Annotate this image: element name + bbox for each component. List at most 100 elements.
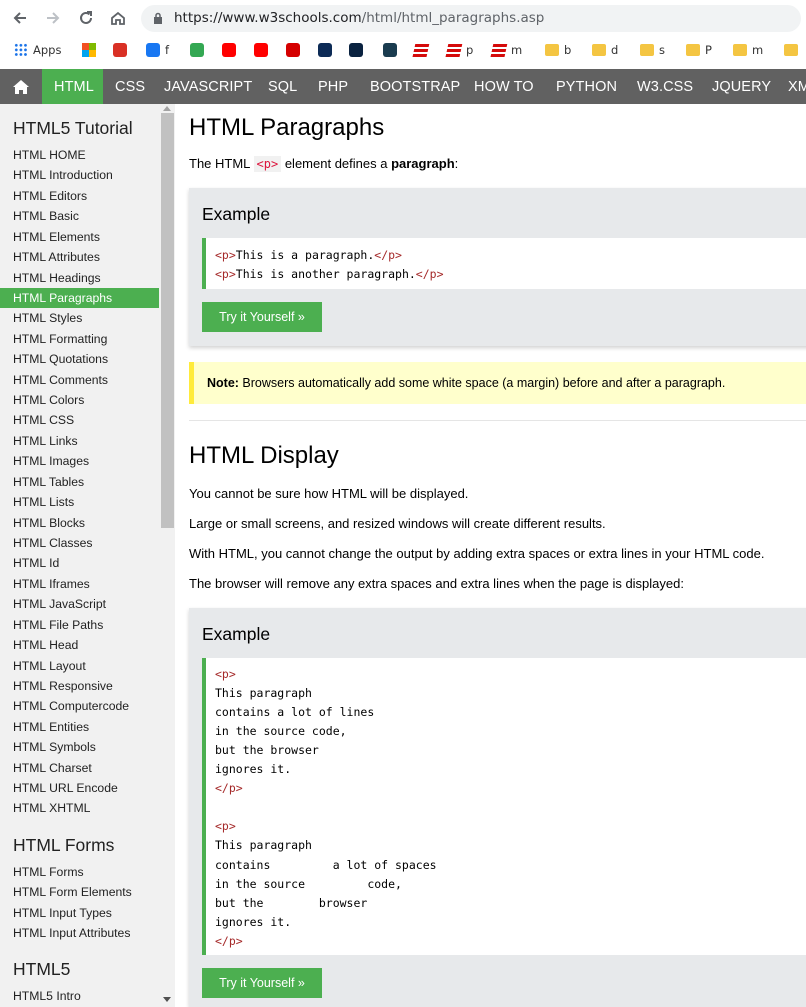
nav-item-jquery[interactable]: JQUERY (700, 69, 775, 104)
intro-bold: paragraph (391, 156, 455, 171)
sidebar-link[interactable]: HTML Iframes (0, 574, 159, 594)
forward-button[interactable] (41, 6, 65, 30)
sidebar-link[interactable]: HTML Forms (0, 862, 159, 882)
espn-icon (445, 43, 463, 57)
sidebar-link[interactable]: HTML Paragraphs (0, 287, 159, 308)
code-text: This is another paragraph. (235, 267, 416, 281)
sidebar-link[interactable]: HTML Symbols (0, 737, 159, 757)
sidebar-link[interactable]: HTML Links (0, 431, 159, 451)
sidebar-heading: HTML Forms (13, 835, 115, 855)
sidebar-link[interactable]: HTML URL Encode (0, 778, 159, 798)
bookmark-item[interactable]: d (592, 41, 618, 59)
home-button[interactable] (106, 6, 130, 30)
bookmark-item[interactable] (784, 41, 803, 59)
nav-item-bootstrap[interactable]: BOOTSTRAP (358, 69, 462, 104)
bookmark-item[interactable] (286, 41, 305, 59)
code-line: <p>This is another paragraph.</p> (215, 267, 444, 281)
sidebar-link[interactable]: HTML Tables (0, 472, 159, 492)
bookmark-item[interactable] (113, 41, 132, 59)
sidebar-link[interactable]: HTML Input Types (0, 903, 159, 923)
paragraph: The browser will remove any extra spaces… (189, 576, 684, 591)
sidebar-link[interactable]: HTML5 Intro (0, 986, 159, 1006)
sidebar-link[interactable]: HTML Editors (0, 186, 159, 206)
folder-icon (592, 44, 606, 56)
sidebar-link[interactable]: HTML Responsive (0, 676, 159, 696)
sidebar-link[interactable]: HTML Colors (0, 390, 159, 410)
address-bar[interactable]: https://www.w3schools.com/html/html_para… (141, 5, 801, 32)
bookmark-item[interactable]: m (490, 41, 522, 59)
nav-item-sql[interactable]: SQL (256, 69, 306, 104)
sidebar-link[interactable]: HTML CSS (0, 410, 159, 430)
sidebar-link[interactable]: HTML Formatting (0, 329, 159, 349)
sidebar-link[interactable]: HTML Attributes (0, 247, 159, 267)
bookmark-item[interactable]: s (640, 41, 665, 59)
sidebar-link[interactable]: HTML Blocks (0, 513, 159, 533)
example-title: Example (202, 624, 271, 644)
nav-item-php[interactable]: PHP (306, 69, 358, 104)
sidebar: HTML5 Tutorial HTML HOME HTML Introduction… (0, 104, 175, 1007)
sidebar-link[interactable]: HTML Input Attributes (0, 923, 159, 943)
nav-item-python[interactable]: PYTHON (544, 69, 625, 104)
sidebar-link[interactable]: HTML HOME (0, 145, 159, 165)
sidebar-link[interactable]: HTML Styles (0, 308, 159, 328)
sidebar-link[interactable]: HTML Classes (0, 533, 159, 553)
bookmark-item[interactable] (349, 41, 368, 59)
sidebar-link[interactable]: HTML Introduction (0, 165, 159, 185)
sidebar-link[interactable]: HTML Computercode (0, 696, 159, 716)
sidebar-link[interactable]: HTML XHTML (0, 798, 159, 818)
bookmark-item[interactable]: Apps (14, 41, 61, 59)
paragraph: Large or small screens, and resized wind… (189, 516, 606, 531)
bookmark-item[interactable] (318, 41, 337, 59)
sidebar-link[interactable]: HTML Entities (0, 717, 159, 737)
youtube-icon (254, 43, 268, 57)
reload-button[interactable] (74, 6, 98, 30)
folder-icon (733, 44, 747, 56)
sidebar-link[interactable]: HTML Images (0, 451, 159, 471)
sidebar-scrollbar[interactable] (160, 104, 175, 1007)
sidebar-link[interactable]: HTML Form Elements (0, 882, 159, 902)
url-host: https://www.w3schools.com (174, 10, 362, 26)
bookmark-label: s (659, 43, 665, 57)
bookmark-item[interactable] (82, 41, 101, 59)
sidebar-link[interactable]: HTML Comments (0, 370, 159, 390)
bookmark-item[interactable] (222, 41, 241, 59)
bookmark-item[interactable] (383, 41, 402, 59)
sidebar-link[interactable]: HTML Id (0, 553, 159, 573)
bookmark-item[interactable]: m (733, 41, 763, 59)
try-it-yourself-button[interactable]: Try it Yourself » (202, 968, 322, 998)
scroll-up-arrow-icon[interactable] (163, 106, 171, 111)
nav-item-javascript[interactable]: JAVASCRIPT (152, 69, 256, 104)
nav-item-w3-css[interactable]: W3.CSS (625, 69, 700, 104)
sidebar-link[interactable]: HTML File Paths (0, 615, 159, 635)
intro-paragraph: The HTML <p> element defines a paragraph… (189, 156, 458, 172)
bookmark-item[interactable] (190, 41, 209, 59)
section-title: HTML Display (189, 442, 339, 469)
url-path: /html/html_paragraphs.asp (361, 10, 545, 26)
try-it-yourself-button[interactable]: Try it Yourself » (202, 302, 322, 332)
scroll-down-arrow-icon[interactable] (163, 997, 171, 1002)
sidebar-link[interactable]: HTML Quotations (0, 349, 159, 369)
sidebar-link[interactable]: HTML Head (0, 635, 159, 655)
sidebar-link[interactable]: HTML Lists (0, 492, 159, 512)
bookmark-item[interactable] (254, 41, 273, 59)
sidebar-link[interactable]: HTML Basic (0, 206, 159, 226)
scrollbar-thumb[interactable] (161, 113, 174, 528)
bookmark-item[interactable] (412, 41, 433, 59)
bookmark-item[interactable]: b (545, 41, 571, 59)
reload-icon (80, 11, 92, 24)
home-link[interactable] (0, 69, 42, 104)
bookmark-item[interactable]: P (686, 41, 712, 59)
nav-item-xm[interactable]: XM (775, 69, 806, 104)
nav-item-css[interactable]: CSS (103, 69, 152, 104)
sidebar-link[interactable]: HTML Layout (0, 656, 159, 676)
sidebar-link[interactable]: HTML Charset (0, 758, 159, 778)
bookmark-item[interactable]: p (445, 41, 473, 59)
sidebar-link[interactable]: HTML Elements (0, 227, 159, 247)
nav-item-how-to[interactable]: HOW TO (462, 69, 544, 104)
sidebar-link[interactable]: HTML Headings (0, 268, 159, 288)
bookmark-item[interactable]: f (146, 41, 169, 59)
sidebar-link[interactable]: HTML JavaScript (0, 594, 159, 614)
example-box-2: Example <p> This paragraph contains a lot … (189, 608, 806, 1007)
back-button[interactable] (8, 6, 32, 30)
nav-item-html[interactable]: HTML (42, 69, 103, 104)
